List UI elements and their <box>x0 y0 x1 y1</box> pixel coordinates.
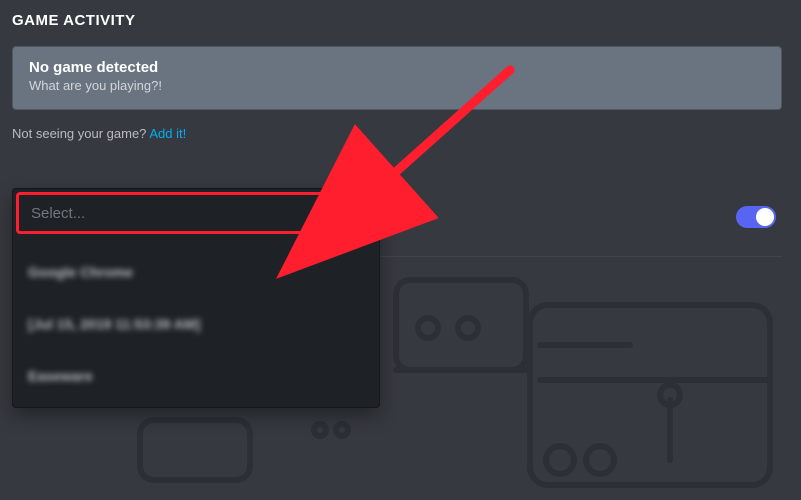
no-game-card: No game detected What are you playing?! <box>12 46 782 110</box>
list-item[interactable]: Google Chrome <box>12 246 380 298</box>
status-toggle[interactable] <box>736 206 776 228</box>
list-item[interactable]: Easeware <box>12 350 380 402</box>
no-game-title: No game detected <box>29 59 765 76</box>
helper-line: Not seeing your game? Add it! <box>12 126 186 141</box>
game-select-control[interactable]: Select... <box>16 192 374 234</box>
game-select-dropdown[interactable]: Select... Google Chrome [Jul 15, 2019 11… <box>12 188 380 408</box>
game-select-list: Google Chrome [Jul 15, 2019 11:53:39 AM]… <box>12 246 380 402</box>
status-message-fragment: sage. <box>388 210 425 227</box>
list-item[interactable]: [Jul 15, 2019 11:53:39 AM] <box>12 298 380 350</box>
add-it-link[interactable]: Add it! <box>149 126 186 141</box>
chevron-down-icon <box>345 204 359 222</box>
page-title: GAME ACTIVITY <box>12 12 135 29</box>
no-game-subtitle: What are you playing?! <box>29 78 765 93</box>
helper-text: Not seeing your game? <box>12 126 146 141</box>
game-select-placeholder: Select... <box>31 205 85 222</box>
toggle-knob <box>756 208 774 226</box>
